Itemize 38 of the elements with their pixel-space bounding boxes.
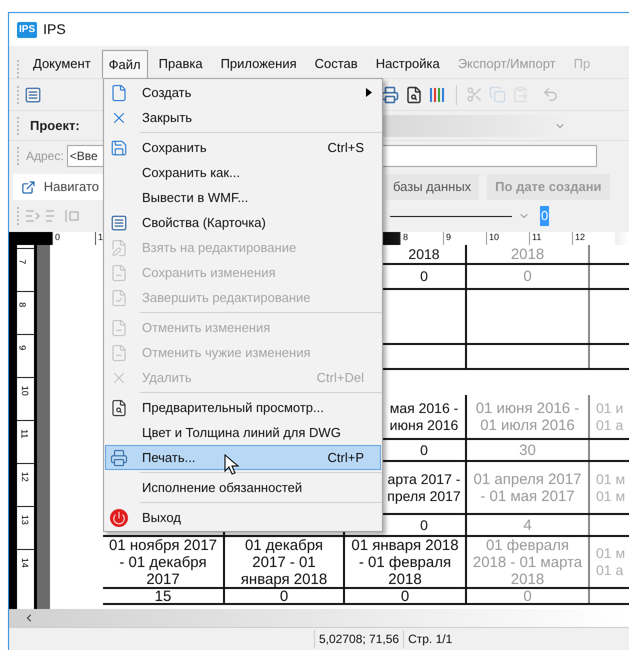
ruler-number: 8: [403, 232, 408, 242]
table-cell: 01 января 2018 - 01 февраля 2018: [345, 537, 467, 587]
ruler-number: 0: [55, 232, 60, 242]
table-cell: 15: [103, 589, 225, 603]
table-cell: 0: [345, 589, 467, 603]
table-cell: 0: [467, 265, 590, 288]
ruler-number: 14: [18, 558, 31, 568]
ruler-number: 10: [18, 386, 31, 396]
app-logo: IPS: [17, 22, 38, 38]
project-label: Проект:: [30, 116, 80, 135]
status-page: Стр. 1/1: [403, 630, 456, 648]
table-cell: 0: [225, 589, 345, 603]
table-cell: 01 февраля 2018 - 01 марта 2018: [467, 537, 590, 587]
ruler-number: 12: [575, 232, 586, 242]
ruler-number: 9: [446, 232, 452, 242]
table-cell: 30: [467, 440, 590, 460]
table-cell: 0: [467, 589, 590, 603]
table-cell-text: 01 м 01 а: [595, 544, 626, 580]
window-title: IPS: [43, 20, 66, 39]
status-coordinates: 5,02708; 71,56: [314, 630, 404, 648]
ruler-number: 11: [18, 429, 30, 438]
table-cell: 4: [467, 515, 590, 535]
table-cell: 01 ноября 2017 - 01 декабря 2017: [103, 537, 225, 587]
ruler-number: 10: [489, 232, 500, 242]
table-cell: 2018: [467, 245, 590, 263]
address-label: Адрес:: [26, 148, 64, 164]
ruler-number: 1: [98, 232, 104, 242]
table-cell-text: 01 и 01 а: [595, 398, 624, 434]
ruler-number: 9: [16, 345, 28, 350]
ruler-number: 8: [16, 302, 28, 308]
ruler-number: 11: [532, 232, 542, 242]
table-cell: 01 апреля 2017 - 01 мая 2017: [467, 462, 590, 513]
table-cell: 01 июня 2016 - 01 июля 2016: [467, 395, 590, 438]
ruler-number: 7: [16, 259, 28, 264]
ruler-number: 13: [18, 514, 31, 525]
table-cell: 01 декабря 2017 - 01 января 2018: [225, 537, 345, 587]
table-cell-text: 01 м 01 м: [595, 470, 626, 506]
ruler-number: 12: [18, 472, 31, 482]
